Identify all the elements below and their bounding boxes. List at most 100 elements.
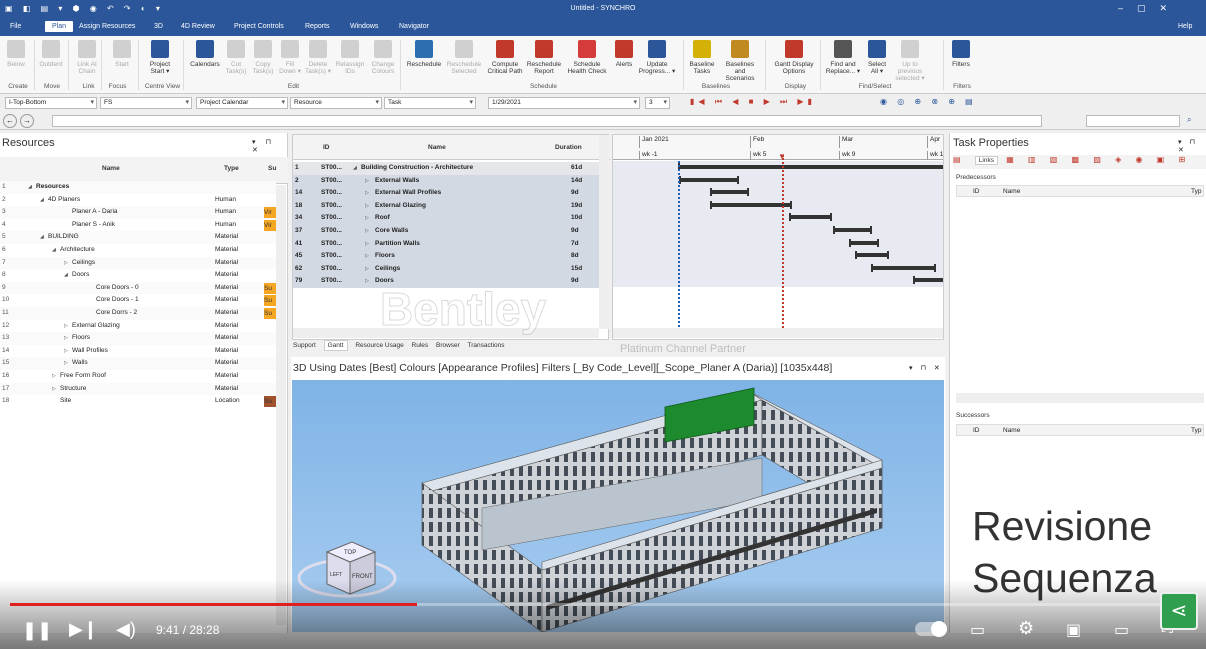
- volume-icon[interactable]: ◀): [116, 619, 136, 640]
- properties-tab-icons[interactable]: ▤ Links ▦ ▥ ▧ ▩ ▨ ◈ ◉ ▣ ⊞: [953, 155, 1206, 169]
- tab-transactions[interactable]: Transactions: [468, 342, 505, 349]
- step-input[interactable]: 3: [645, 97, 670, 109]
- next-icon[interactable]: ▶❙: [69, 619, 98, 640]
- expand-toggle-icon[interactable]: ◢: [40, 231, 44, 244]
- cube-left-label[interactable]: LEFT: [330, 572, 342, 578]
- ribbon-button-filters[interactable]: Filters: [941, 40, 981, 68]
- resource-row[interactable]: 18 Site Location Su: [0, 395, 276, 408]
- col-task-name[interactable]: Name: [428, 144, 446, 151]
- tab-gantt[interactable]: Gantt: [323, 340, 348, 351]
- resource-row[interactable]: 10 Core Doors - 1 Material Su: [0, 294, 276, 307]
- view-controls-icon[interactable]: ◉ ◎ ⊕ ⊗ ⊕ ▤: [880, 97, 977, 106]
- date-combo[interactable]: 1/29/2021: [488, 97, 640, 109]
- task-row[interactable]: 14 ST00... ▷ External Wall Profiles 9d: [293, 187, 599, 200]
- ribbon-button-reschedule-selected[interactable]: Reschedule Selected: [444, 40, 484, 75]
- expand-toggle-icon[interactable]: ▷: [64, 332, 68, 345]
- ribbon-button-start[interactable]: Start: [102, 40, 142, 68]
- gantt-bar[interactable]: [871, 263, 936, 272]
- resource-row[interactable]: 4 Planer S - Anik Human Vir: [0, 218, 276, 232]
- ribbon-button-schedule-health-check[interactable]: Schedule Health Check: [567, 40, 607, 75]
- col-name[interactable]: Name: [102, 165, 120, 172]
- expand-toggle-icon[interactable]: ▷: [64, 257, 68, 270]
- ribbon-button-up-to-previous-selected[interactable]: Up to previous selected ▾: [890, 40, 930, 82]
- resources-scrollbar[interactable]: [276, 185, 286, 625]
- expand-toggle-icon[interactable]: ◢: [28, 181, 32, 194]
- pred-col-name[interactable]: Name: [1003, 188, 1020, 195]
- expand-toggle-icon[interactable]: ◢: [64, 269, 68, 282]
- expand-toggle-icon[interactable]: ▷: [365, 238, 369, 251]
- col-su[interactable]: Su: [268, 165, 276, 172]
- expand-toggle-icon[interactable]: ▷: [52, 370, 56, 383]
- gantt-bar[interactable]: [710, 188, 749, 197]
- ribbon-button-compute-critical-path[interactable]: Compute Critical Path: [485, 40, 525, 75]
- resource-row[interactable]: 17 ▷ Structure Material: [0, 382, 276, 396]
- expand-toggle-icon[interactable]: ▷: [64, 345, 68, 358]
- gantt-bar[interactable]: [679, 175, 740, 184]
- menu-item-reports[interactable]: Reports: [305, 23, 330, 30]
- tab-links[interactable]: Links: [974, 156, 998, 165]
- resource-row[interactable]: 14 ▷ Wall Profiles Material: [0, 344, 276, 358]
- menu-item-plan[interactable]: Plan: [45, 21, 74, 32]
- task-row[interactable]: 37 ST00... ▷ Core Walls 9d: [293, 225, 599, 238]
- subtitles-icon[interactable]: ▭: [970, 620, 985, 640]
- expand-toggle-icon[interactable]: ▷: [365, 175, 369, 188]
- resource-row[interactable]: 16 ▷ Free Form Roof Material: [0, 370, 276, 383]
- back-icon[interactable]: ←: [3, 114, 17, 128]
- expand-toggle-icon[interactable]: ▷: [365, 225, 369, 238]
- cube-top-label[interactable]: TOP: [344, 550, 356, 556]
- task-row[interactable]: 18 ST00... ▷ External Glazing 19d: [293, 199, 599, 213]
- menu-item-assign-resources[interactable]: Assign Resources: [79, 23, 135, 30]
- path-input[interactable]: [52, 115, 1042, 127]
- task-scrollbar[interactable]: [599, 135, 609, 329]
- ribbon-button-reschedule-report[interactable]: Reschedule Report: [524, 40, 564, 75]
- task-row[interactable]: 41 ST00... ▷ Partition Walls 7d: [293, 237, 599, 251]
- expand-toggle-icon[interactable]: ◢: [52, 244, 56, 257]
- link-type-combo[interactable]: FS: [100, 97, 192, 109]
- gantt-bar[interactable]: [855, 251, 890, 260]
- task-row[interactable]: 45 ST00... ▷ Floors 8d: [293, 250, 599, 263]
- pred-col-id[interactable]: ID: [973, 188, 980, 195]
- miniplayer-icon[interactable]: ▣: [1066, 620, 1081, 640]
- current-date-marker-icon[interactable]: ▼: [778, 152, 786, 161]
- expand-toggle-icon[interactable]: ▷: [365, 200, 369, 213]
- task-row[interactable]: 1 ST00... ◢ Building Construction - Archite…: [293, 162, 599, 175]
- menu-item-navigator[interactable]: Navigator: [399, 23, 429, 30]
- gantt-bar[interactable]: [710, 200, 792, 209]
- help-button[interactable]: Help: [1178, 23, 1192, 30]
- pause-icon[interactable]: ❚❚: [22, 620, 52, 641]
- predecessors-scrollbar[interactable]: [956, 393, 1204, 403]
- task-row[interactable]: 62 ST00... ▷ Ceilings 15d: [293, 262, 599, 276]
- resource-row[interactable]: 7 ▷ Ceilings Material: [0, 256, 276, 270]
- col-id[interactable]: ID: [323, 144, 330, 151]
- gantt-bar[interactable]: [678, 163, 943, 171]
- calendar-combo[interactable]: Project Calendar: [196, 97, 288, 109]
- ribbon-button-update-progress[interactable]: Update Progress... ▾: [637, 40, 677, 75]
- menu-item-3d[interactable]: 3D: [154, 23, 163, 30]
- view-panel-controls[interactable]: ▾ ⊓ ✕: [909, 364, 943, 372]
- expand-toggle-icon[interactable]: ▷: [365, 275, 369, 288]
- settings-icon[interactable]: ⚙: [1018, 618, 1034, 639]
- search-input[interactable]: [1086, 115, 1180, 127]
- expand-toggle-icon[interactable]: ▷: [365, 187, 369, 200]
- gantt-bar[interactable]: [849, 238, 880, 247]
- resource-row[interactable]: 13 ▷ Floors Material: [0, 332, 276, 345]
- ribbon-button-reschedule[interactable]: Reschedule: [404, 40, 444, 68]
- expand-toggle-icon[interactable]: ▷: [52, 383, 56, 396]
- succ-col-type[interactable]: Typ: [1191, 427, 1201, 434]
- ribbon-button-project-start[interactable]: Project Start ▾: [140, 40, 180, 75]
- menu-item-file[interactable]: File: [10, 23, 21, 30]
- task-row[interactable]: 2 ST00... ▷ External Walls 14d: [293, 174, 599, 188]
- gantt-bar[interactable]: [789, 213, 832, 222]
- task-row[interactable]: 34 ST00... ▷ Roof 10d: [293, 212, 599, 225]
- playback-controls[interactable]: ▮◀ ⏮ ◀ ■ ▶ ⏭ ▶▮: [690, 97, 816, 107]
- gantt-bar[interactable]: [913, 276, 943, 285]
- ribbon-button-change-colours[interactable]: Change Colours: [363, 40, 403, 75]
- tab-resource-usage[interactable]: Resource Usage: [355, 342, 403, 349]
- resource-row[interactable]: 1 ◢ Resources: [0, 181, 276, 194]
- panel-controls[interactable]: ▾ ⊓ ✕: [252, 138, 287, 154]
- resource-row[interactable]: 11 Core Dorrs - 2 Material Su: [0, 307, 276, 320]
- expand-toggle-icon[interactable]: ◢: [40, 194, 44, 207]
- resource-row[interactable]: 15 ▷ Walls Material: [0, 357, 276, 370]
- resource-row[interactable]: 6 ◢ Architecture Material: [0, 244, 276, 257]
- col-type[interactable]: Type: [224, 165, 239, 172]
